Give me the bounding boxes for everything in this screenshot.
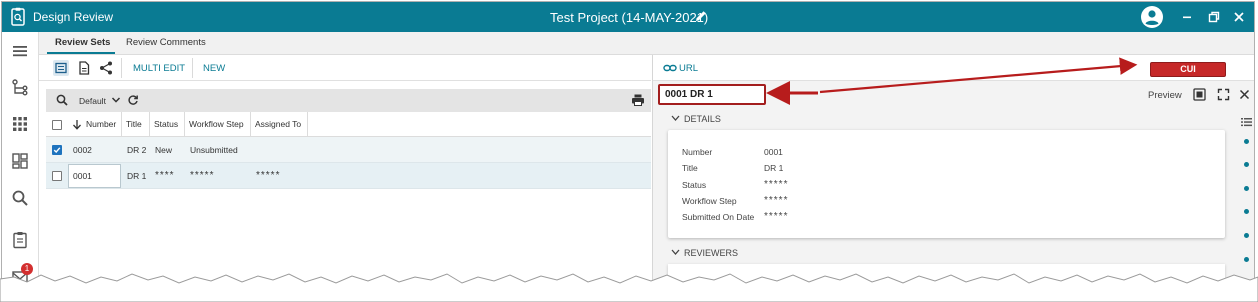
column-header-assigned-to[interactable]: Assigned To	[251, 112, 308, 137]
list-bullets-icon[interactable]	[1241, 117, 1252, 127]
reviewers-card	[668, 264, 1225, 290]
app-header: Design Review Test Project (14-MAY-2021)	[2, 2, 1254, 32]
tab-review-sets[interactable]: Review Sets	[55, 37, 110, 48]
section-nav-dot[interactable]	[1244, 257, 1249, 262]
app-window: Design Review Test Project (14-MAY-2021)	[1, 1, 1255, 291]
cell-status: New	[155, 145, 173, 155]
row-checkbox[interactable]	[52, 145, 62, 155]
chevron-down-icon	[671, 249, 680, 255]
user-avatar-icon[interactable]	[1140, 5, 1164, 29]
column-header-title[interactable]: Title	[122, 112, 150, 137]
reviewers-section-header[interactable]: REVIEWERS	[671, 248, 738, 258]
cell-title: DR 1	[127, 171, 147, 181]
field-value-status: *****	[764, 179, 789, 190]
reviewers-section-label: REVIEWERS	[684, 248, 739, 258]
workflow-tree-icon[interactable]	[10, 78, 30, 98]
document-title-callout-box: 0001 DR 1	[658, 84, 766, 105]
refresh-icon[interactable]	[126, 93, 140, 107]
apps-grid-icon[interactable]	[10, 114, 30, 134]
document-icon[interactable]	[76, 60, 92, 76]
cell-number: 0001	[73, 171, 92, 181]
detail-pane: URL CUI 0001 DR 1 Preview DETAILS Number	[652, 55, 1254, 290]
chevron-down-icon[interactable]	[109, 93, 123, 107]
attachment-view-icon[interactable]	[1193, 88, 1206, 101]
field-label-workflow-step: Workflow Step	[682, 196, 737, 206]
cell-workflow-step: Unsubmitted	[190, 145, 238, 155]
select-all-checkbox[interactable]	[52, 120, 62, 130]
details-section-label: DETAILS	[684, 114, 721, 124]
section-nav-rail	[1241, 117, 1253, 267]
new-button[interactable]: NEW	[203, 63, 225, 74]
field-label-title: Title	[682, 163, 698, 173]
cell-status: ****	[155, 170, 175, 181]
left-navigation-rail: 1	[2, 32, 39, 290]
table-header: Number Title Status Workflow Step Assign…	[46, 112, 651, 137]
document-title: 0001 DR 1	[665, 89, 713, 100]
column-header-workflow-step[interactable]: Workflow Step	[185, 112, 251, 137]
section-nav-dot[interactable]	[1244, 209, 1249, 214]
toolbar-divider	[121, 58, 122, 78]
restore-window-icon[interactable]	[1206, 9, 1222, 25]
toolbar-divider	[192, 58, 193, 78]
close-window-icon[interactable]	[1231, 9, 1247, 25]
field-value-number: 0001	[764, 147, 783, 157]
link-icon[interactable]	[663, 62, 677, 74]
details-card: Number 0001 Title DR 1 Status ***** Work…	[668, 130, 1225, 238]
clipboard-icon[interactable]	[10, 230, 30, 250]
filter-search-icon[interactable]	[55, 93, 69, 107]
section-nav-dot[interactable]	[1244, 162, 1249, 167]
edit-pencil-icon[interactable]	[694, 9, 708, 23]
project-title: Test Project (14-MAY-2021)	[550, 10, 709, 25]
app-title: Design Review	[33, 10, 114, 24]
cell-workflow-step: *****	[190, 170, 215, 181]
design-review-app-icon	[11, 7, 25, 26]
document-header: 0001 DR 1 Preview	[653, 81, 1254, 109]
cell-assigned-to: *****	[256, 170, 281, 181]
list-view-icon[interactable]	[53, 60, 69, 76]
url-button[interactable]: URL	[679, 63, 698, 74]
section-nav-dot[interactable]	[1244, 186, 1249, 191]
view-filter-dropdown[interactable]: Default	[79, 96, 106, 106]
list-toolbar: MULTI EDIT NEW	[39, 55, 651, 81]
cui-classification-badge: CUI	[1150, 62, 1226, 77]
field-value-submitted-on-date: *****	[764, 211, 789, 222]
column-header-number[interactable]: Number	[82, 112, 122, 137]
search-icon[interactable]	[10, 188, 30, 208]
notification-badge: 1	[21, 263, 33, 275]
list-filter-bar: Default	[46, 89, 651, 112]
tab-bar: Review Sets Review Comments	[39, 32, 1254, 55]
active-tab-indicator	[47, 52, 115, 54]
sort-arrow-down-icon[interactable]	[72, 119, 82, 130]
row-checkbox[interactable]	[52, 171, 62, 181]
close-icon[interactable]	[1238, 88, 1251, 101]
field-value-workflow-step: *****	[764, 195, 789, 206]
print-icon[interactable]	[631, 93, 645, 107]
section-nav-dot[interactable]	[1244, 233, 1249, 238]
table-row[interactable]: 0001 DR 1 **** ***** *****	[46, 163, 651, 189]
field-label-status: Status	[682, 180, 707, 190]
hamburger-menu-icon[interactable]	[10, 41, 30, 61]
field-label-number: Number	[682, 147, 713, 157]
minimize-icon[interactable]	[1179, 9, 1195, 25]
expand-icon[interactable]	[1217, 88, 1230, 101]
share-icon[interactable]	[98, 60, 114, 76]
cell-title: DR 2	[127, 145, 147, 155]
column-header-status[interactable]: Status	[150, 112, 185, 137]
chevron-down-icon	[671, 115, 680, 121]
field-value-title: DR 1	[764, 163, 784, 173]
details-section-header[interactable]: DETAILS	[671, 114, 721, 124]
section-nav-dot[interactable]	[1244, 139, 1249, 144]
detail-toolbar: URL CUI	[653, 55, 1254, 81]
tab-review-comments[interactable]: Review Comments	[126, 37, 206, 48]
preview-button[interactable]: Preview	[1148, 90, 1182, 101]
checkmark-icon	[53, 147, 61, 154]
field-label-submitted-on-date: Submitted On Date	[682, 212, 755, 222]
multi-edit-button[interactable]: MULTI EDIT	[133, 63, 185, 74]
table-row[interactable]: 0002 DR 2 New Unsubmitted	[46, 137, 651, 163]
cell-number: 0002	[73, 145, 92, 155]
dashboard-icon[interactable]	[10, 151, 30, 171]
